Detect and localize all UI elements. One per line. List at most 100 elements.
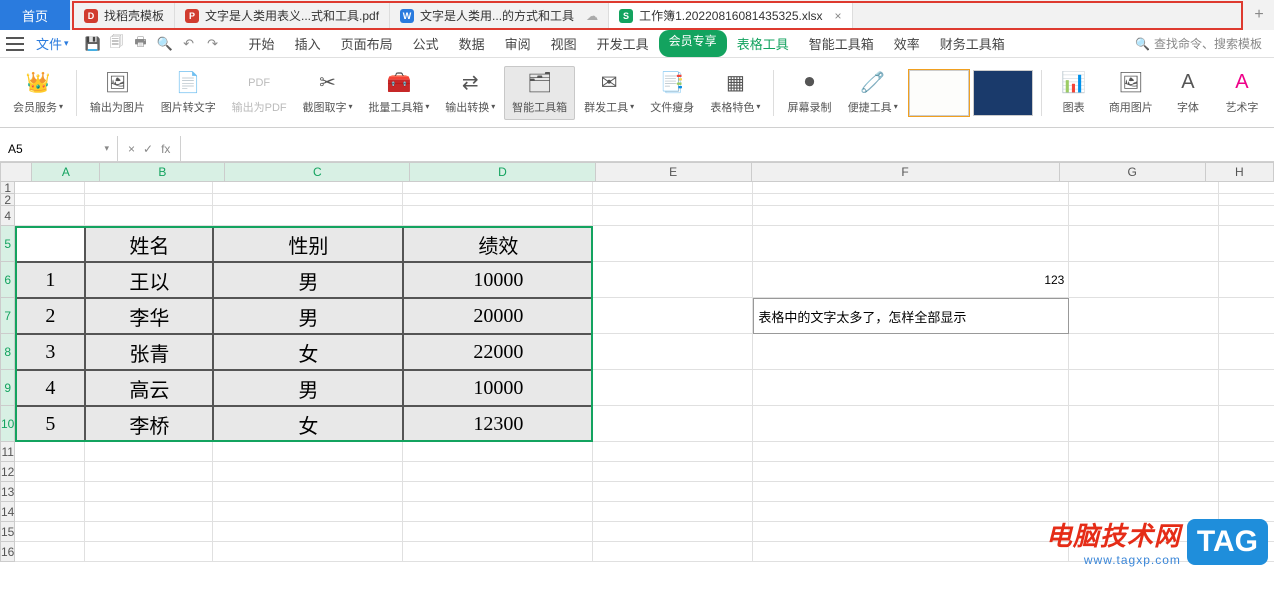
cell[interactable] [1069, 226, 1219, 262]
row-header-sel[interactable]: 9 [0, 370, 15, 406]
cell[interactable] [753, 542, 1069, 562]
menu-tab-layout[interactable]: 页面布局 [331, 30, 403, 57]
cell[interactable] [85, 462, 213, 482]
cell[interactable] [1069, 194, 1219, 206]
menu-tab-vip[interactable]: 会员专享 [659, 30, 727, 57]
undo-icon[interactable]: ↶ [181, 36, 197, 52]
cell[interactable] [1219, 298, 1274, 334]
cell[interactable] [85, 206, 213, 226]
cell-d5[interactable]: 绩效 [403, 226, 593, 262]
cell[interactable] [1219, 226, 1274, 262]
menu-tab-smarttoolbox[interactable]: 智能工具箱 [799, 30, 884, 57]
cell[interactable] [593, 206, 753, 226]
cell[interactable] [593, 194, 753, 206]
cancel-icon[interactable]: × [128, 142, 135, 156]
cell[interactable] [85, 182, 213, 194]
cell[interactable] [403, 502, 593, 522]
cell[interactable] [753, 334, 1069, 370]
cell[interactable] [15, 502, 85, 522]
cell[interactable] [593, 298, 753, 334]
cell[interactable] [1069, 182, 1219, 194]
ribbon-mass-send[interactable]: ✉群发工具 [577, 67, 641, 119]
cell-a5[interactable] [15, 226, 85, 262]
cell[interactable] [1219, 462, 1274, 482]
fx-icon[interactable]: fx [161, 142, 170, 156]
cell[interactable] [593, 370, 753, 406]
name-box[interactable]: A5 [0, 136, 118, 161]
cell[interactable] [15, 482, 85, 502]
cell[interactable] [593, 406, 753, 442]
cell[interactable] [15, 542, 85, 562]
ribbon-member-service[interactable]: 👑会员服务 [6, 67, 70, 119]
cell[interactable] [753, 370, 1069, 406]
ribbon-screen-record[interactable]: ⏺屏幕录制 [780, 67, 838, 119]
ribbon-img-to-text[interactable]: 📄图片转文字 [154, 67, 223, 119]
cell[interactable] [593, 262, 753, 298]
menu-tab-data[interactable]: 数据 [449, 30, 495, 57]
cell[interactable] [1069, 298, 1219, 334]
cell[interactable] [753, 442, 1069, 462]
cell[interactable] [753, 194, 1069, 206]
cell-b7[interactable]: 李华 [85, 298, 213, 334]
cell[interactable] [1219, 406, 1274, 442]
menu-tab-dev[interactable]: 开发工具 [587, 30, 659, 57]
cell[interactable] [213, 194, 403, 206]
cell[interactable] [593, 462, 753, 482]
ribbon-smart-toolbox[interactable]: 🗂智能工具箱 [504, 66, 575, 120]
ribbon-file-slim[interactable]: 📑文件瘦身 [643, 67, 701, 119]
col-header-e[interactable]: E [596, 162, 752, 182]
cell-f6[interactable]: 123 [753, 262, 1069, 298]
cell[interactable] [753, 406, 1069, 442]
ribbon-batch-toolbox[interactable]: 🧰批量工具箱 [362, 67, 437, 119]
cell[interactable] [1069, 334, 1219, 370]
cell[interactable] [1219, 262, 1274, 298]
cell[interactable] [593, 482, 753, 502]
cell[interactable] [15, 206, 85, 226]
file-tab-xlsx-active[interactable]: S 工作簿1.20220816081435325.xlsx × [609, 3, 852, 28]
cell[interactable] [85, 502, 213, 522]
row-header-sel[interactable]: 10 [0, 406, 15, 442]
cell[interactable] [213, 442, 403, 462]
cell-c9[interactable]: 男 [213, 370, 403, 406]
ribbon-screenshot-ocr[interactable]: ✂截图取字 [296, 67, 360, 119]
cell[interactable] [1219, 482, 1274, 502]
cell[interactable] [593, 226, 753, 262]
home-tab[interactable]: 首页 [0, 0, 70, 30]
cell[interactable] [1069, 482, 1219, 502]
cell[interactable] [593, 502, 753, 522]
menu-tab-view[interactable]: 视图 [541, 30, 587, 57]
file-menu[interactable]: 文件 [32, 34, 73, 53]
cell[interactable] [403, 542, 593, 562]
skin-thumb-1[interactable] [909, 70, 969, 116]
cell-c5[interactable]: 性别 [213, 226, 403, 262]
cell[interactable] [85, 542, 213, 562]
cell-f7[interactable]: 表格中的文字太多了，怎样全部显示 [753, 298, 1069, 334]
cell[interactable] [753, 502, 1069, 522]
cell[interactable] [753, 522, 1069, 542]
menu-tab-efficiency[interactable]: 效率 [884, 30, 930, 57]
cell-c10[interactable]: 女 [213, 406, 403, 442]
cell-a7[interactable]: 2 [15, 298, 85, 334]
cells-area[interactable]: 姓名 性别 绩效 1 王以 男 10000 123 2 李华 男 20000 [15, 182, 1274, 562]
ribbon-export-pdf[interactable]: PDF输出为PDF [225, 67, 294, 119]
cell[interactable] [403, 482, 593, 502]
cell[interactable] [403, 442, 593, 462]
col-header-d[interactable]: D [410, 162, 595, 182]
col-header-g[interactable]: G [1060, 162, 1206, 182]
file-tab-template[interactable]: D 找稻壳模板 [74, 3, 175, 28]
cell[interactable] [753, 182, 1069, 194]
ribbon-table-feature[interactable]: ▦表格特色 [703, 67, 767, 119]
cell[interactable] [1069, 262, 1219, 298]
menu-tab-insert[interactable]: 插入 [285, 30, 331, 57]
cell[interactable] [593, 442, 753, 462]
cell-c8[interactable]: 女 [213, 334, 403, 370]
cell[interactable] [1219, 182, 1274, 194]
cell[interactable] [213, 462, 403, 482]
cell[interactable] [593, 542, 753, 562]
skin-gallery[interactable] [907, 68, 1035, 118]
cell[interactable] [403, 194, 593, 206]
row-header[interactable]: 12 [0, 462, 15, 482]
cell[interactable] [403, 182, 593, 194]
row-header[interactable]: 11 [0, 442, 15, 462]
cell-c6[interactable]: 男 [213, 262, 403, 298]
